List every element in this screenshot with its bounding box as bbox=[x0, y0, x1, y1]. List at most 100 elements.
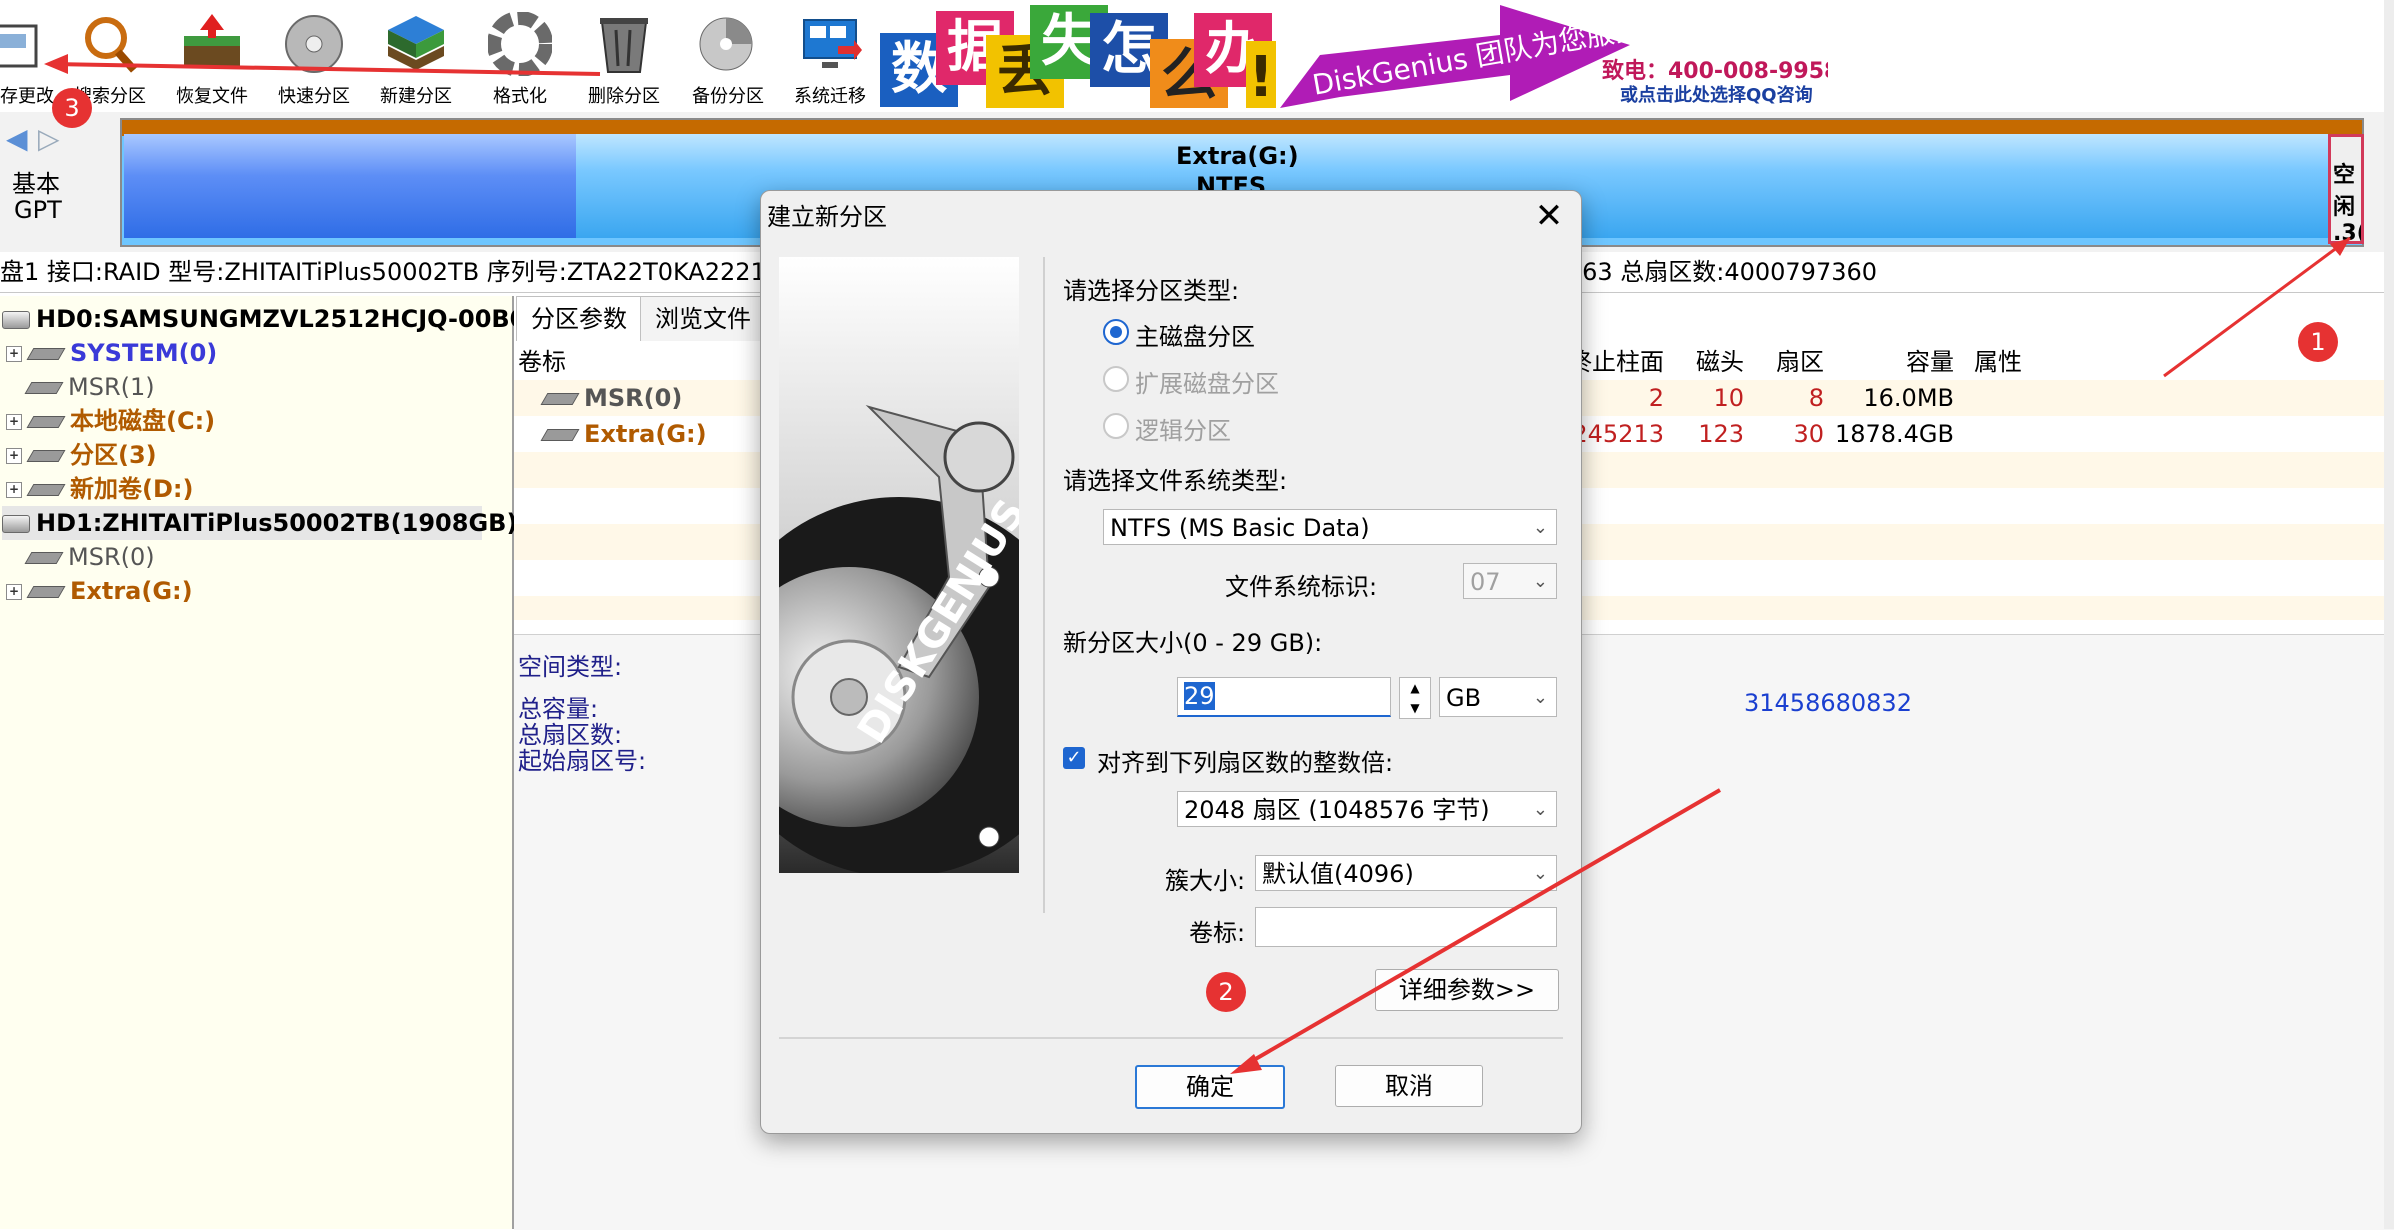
volume-icon bbox=[26, 586, 66, 598]
tab-browse-files[interactable]: 浏览文件 bbox=[640, 296, 766, 341]
radio-logical-label: 逻辑分区 bbox=[1135, 417, 1231, 445]
align-value: 2048 扇区 (1048576 字节) bbox=[1184, 796, 1490, 824]
nav-forward-icon[interactable]: ▷ bbox=[38, 122, 60, 155]
expand-icon[interactable]: + bbox=[6, 346, 22, 362]
tree-item-msr1[interactable]: MSR(1) bbox=[24, 370, 155, 404]
tree-item-label: MSR(0) bbox=[68, 543, 155, 571]
banner-qq-link[interactable]: 或点击此处选择QQ咨询 bbox=[1620, 81, 1813, 107]
disk-info-left: 盘1 接口:RAID 型号:ZHITAITiPlus50002TB 序列号:ZT… bbox=[0, 258, 798, 286]
recover-files-icon bbox=[180, 12, 244, 76]
ok-button[interactable]: 确定 bbox=[1135, 1065, 1285, 1109]
disk-style-label: 基本 bbox=[12, 170, 60, 198]
volume-icon bbox=[24, 382, 64, 394]
toolbar-new-partition-button[interactable]: 新建分区 bbox=[364, 8, 468, 107]
align-checkbox[interactable]: ✓ bbox=[1063, 747, 1085, 769]
stepper-down-icon[interactable]: ▼ bbox=[1400, 698, 1430, 718]
tree-item-label: 新加卷(D:) bbox=[70, 475, 194, 503]
expand-icon[interactable]: + bbox=[6, 584, 22, 600]
tree-disk-hd0[interactable]: HD0:SAMSUNGMZVL2512HCJQ-00B00 bbox=[2, 302, 543, 336]
radio-extended-partition[interactable] bbox=[1103, 366, 1129, 392]
chevron-down-icon: ⌄ bbox=[1532, 687, 1548, 708]
free-space-segment[interactable]: 空闲 .3( bbox=[2328, 134, 2364, 244]
hard-disk-icon bbox=[2, 515, 30, 533]
toolbar-delete-partition-button[interactable]: 删除分区 bbox=[572, 8, 676, 107]
disk-tree-panel: HD0:SAMSUNGMZVL2512HCJQ-00B00 + SYSTEM(0)… bbox=[0, 296, 543, 1229]
radio-logical-partition[interactable] bbox=[1103, 413, 1129, 439]
chevron-down-icon: ⌄ bbox=[1532, 517, 1548, 538]
fs-type-value: NTFS (MS Basic Data) bbox=[1110, 514, 1370, 542]
window-scrollbar[interactable] bbox=[2384, 0, 2394, 1229]
stepper-up-icon[interactable]: ▲ bbox=[1400, 678, 1430, 698]
col-header-head: 磁头 bbox=[1696, 348, 1744, 376]
align-label[interactable]: 对齐到下列扇区数的整数倍: bbox=[1097, 743, 1393, 778]
tree-disk-hd1[interactable]: HD1:ZHITAITiPlus50002TB(1908GB) bbox=[2, 506, 517, 540]
tab-partition-params[interactable]: 分区参数 bbox=[516, 296, 642, 341]
free-space-label: 空闲 bbox=[2333, 163, 2356, 220]
radio-primary-label[interactable]: 主磁盘分区 bbox=[1135, 317, 1255, 352]
diskgenius-hdd-illustration: DISKGENIUS bbox=[779, 257, 1019, 873]
size-unit-value: GB bbox=[1446, 684, 1482, 712]
tree-disk-label: HD0:SAMSUNGMZVL2512HCJQ-00B00 bbox=[36, 305, 544, 333]
fs-type-label: 请选择文件系统类型: bbox=[1063, 467, 1288, 495]
dialog-divider bbox=[1043, 257, 1045, 913]
trash-icon bbox=[592, 12, 656, 76]
tree-item-msr0[interactable]: MSR(0) bbox=[24, 540, 155, 574]
row-volume-label: Extra(G:) bbox=[584, 420, 707, 448]
volume-icon bbox=[26, 450, 66, 462]
fs-id-select[interactable]: 07 ⌄ bbox=[1463, 563, 1557, 599]
toolbar-format-button[interactable]: 格式化 bbox=[468, 8, 572, 107]
toolbar-quick-partition-button[interactable]: 快速分区 bbox=[262, 8, 366, 107]
volume-label-input[interactable] bbox=[1255, 907, 1557, 947]
col-header-capacity: 容量 bbox=[1906, 348, 1954, 376]
save-icon bbox=[0, 12, 50, 76]
row-capacity: 16.0MB bbox=[1863, 384, 1954, 412]
row-volume: Extra(G:) bbox=[540, 416, 707, 452]
tree-item-partition3[interactable]: + 分区(3) bbox=[6, 438, 157, 472]
col-header-attributes: 属性 bbox=[1974, 348, 2022, 376]
close-icon[interactable]: ✕ bbox=[1531, 199, 1567, 235]
partition-type-label: 请选择分区类型: bbox=[1063, 277, 1240, 305]
advertisement-banner[interactable]: 数 据 丢 失 怎 么 办 ! DiskGenius 团队为您服务 致电：400… bbox=[880, 5, 1828, 108]
align-select[interactable]: 2048 扇区 (1048576 字节) ⌄ bbox=[1177, 791, 1557, 827]
cluster-size-select[interactable]: 默认值(4096) ⌄ bbox=[1255, 855, 1557, 891]
tree-item-local-c[interactable]: + 本地磁盘(C:) bbox=[6, 404, 215, 438]
row-volume: MSR(0) bbox=[540, 380, 683, 416]
nav-back-icon[interactable]: ◀ bbox=[6, 122, 28, 155]
volume-icon bbox=[26, 484, 66, 496]
row-volume-label: MSR(0) bbox=[584, 384, 683, 412]
toolbar-recover-files-button[interactable]: 恢复文件 bbox=[160, 8, 264, 107]
expand-icon[interactable]: + bbox=[6, 414, 22, 430]
fs-type-select[interactable]: NTFS (MS Basic Data) ⌄ bbox=[1103, 509, 1557, 545]
cancel-button[interactable]: 取消 bbox=[1335, 1065, 1483, 1107]
format-icon bbox=[487, 11, 553, 77]
tree-item-extra-g[interactable]: + Extra(G:) bbox=[6, 574, 193, 608]
size-unit-select[interactable]: GB ⌄ bbox=[1439, 677, 1557, 717]
toolbar-backup-partition-button[interactable]: 备份分区 bbox=[676, 8, 780, 107]
expand-icon[interactable]: + bbox=[6, 448, 22, 464]
advanced-params-button[interactable]: 详细参数>> bbox=[1375, 969, 1559, 1011]
fs-id-value: 07 bbox=[1470, 568, 1501, 596]
prop-start-sector: 起始扇区号: bbox=[518, 747, 647, 775]
new-partition-icon bbox=[384, 12, 448, 76]
col-header-sector: 扇区 bbox=[1776, 348, 1824, 376]
size-label: 新分区大小(0 - 29 GB): bbox=[1063, 629, 1323, 657]
volume-icon bbox=[24, 552, 64, 564]
toolbar-system-migrate-button[interactable]: 系统迁移 bbox=[778, 8, 882, 107]
migrate-icon bbox=[798, 12, 862, 76]
partition-used-segment bbox=[124, 134, 576, 238]
tree-disk-label: HD1:ZHITAITiPlus50002TB(1908GB) bbox=[36, 509, 518, 537]
annotation-marker-1: 1 bbox=[2298, 322, 2338, 362]
tree-item-system[interactable]: + SYSTEM(0) bbox=[6, 336, 217, 370]
tree-item-label: SYSTEM(0) bbox=[70, 339, 218, 367]
dialog-title: 建立新分区 bbox=[767, 203, 887, 231]
tree-item-label: MSR(1) bbox=[68, 373, 155, 401]
tree-item-new-volume-d[interactable]: + 新加卷(D:) bbox=[6, 472, 193, 506]
size-stepper[interactable]: ▲ ▼ bbox=[1399, 677, 1431, 719]
disk-info-right: :63 总扇区数:4000797360 bbox=[1574, 258, 1878, 286]
expand-icon[interactable]: + bbox=[6, 482, 22, 498]
row-sector: 8 bbox=[1808, 384, 1824, 412]
toolbar-label: 格式化 bbox=[493, 86, 547, 107]
size-input[interactable]: 29 bbox=[1177, 677, 1391, 717]
radio-primary-partition[interactable] bbox=[1103, 319, 1129, 345]
volume-icon bbox=[26, 416, 66, 428]
